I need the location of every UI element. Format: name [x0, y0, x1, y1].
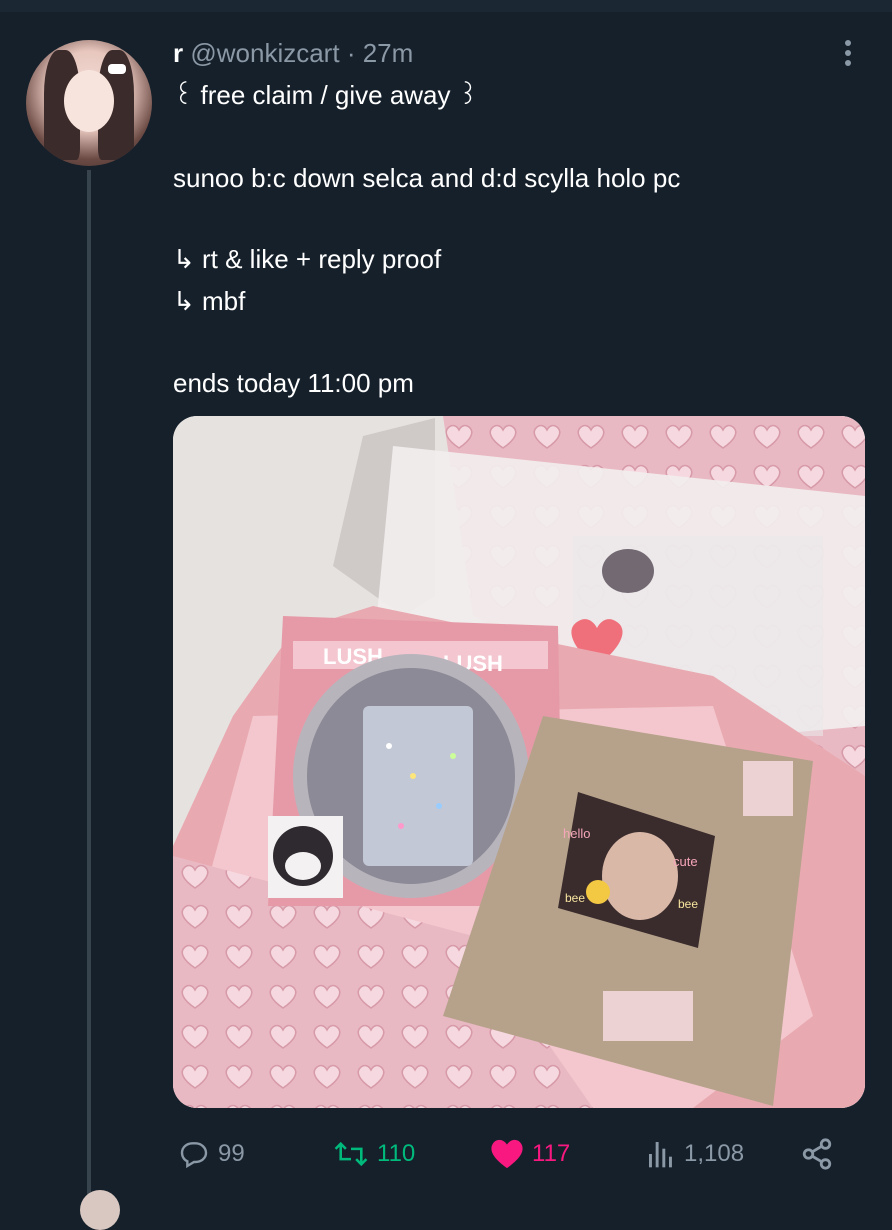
reply-icon	[180, 1142, 208, 1169]
kuromi-sticker	[602, 549, 654, 593]
sticker-cute: cute	[673, 854, 698, 869]
views-button[interactable]: 1,108	[646, 1130, 744, 1178]
separator: ·	[346, 38, 356, 68]
tweet-photo[interactable]: LUSH LUSH hello cute bee bee	[173, 416, 865, 1108]
retweet-count: 110	[377, 1140, 416, 1167]
sticker-hello: hello	[563, 826, 590, 841]
tweet-header: r @wonkizcart · 27m	[173, 38, 413, 68]
thread-line	[87, 170, 91, 1200]
share-icon	[802, 1138, 832, 1170]
previous-tweet-edge	[0, 0, 892, 12]
retweet-icon	[334, 1141, 368, 1167]
tweet-line-rule-2: ↳ mbf	[173, 286, 246, 316]
like-count: 117	[532, 1140, 571, 1167]
handle[interactable]: @wonkizcart	[190, 38, 339, 68]
views-icon	[649, 1142, 672, 1168]
more-icon[interactable]	[838, 36, 858, 68]
next-tweet-avatar[interactable]	[80, 1190, 120, 1230]
sticker-bee-left: bee	[565, 891, 585, 905]
reply-button[interactable]: 99	[178, 1130, 245, 1178]
share-button[interactable]	[800, 1130, 834, 1178]
holo-photocard	[363, 706, 473, 866]
tweet-actions: 99 110 117 1,108	[0, 1130, 892, 1178]
tweet-line-item: sunoo b:c down selca and d:d scylla holo…	[173, 163, 681, 193]
tweet-line-deadline: ends today 11:00 pm	[173, 368, 414, 398]
sticker-bee-right: bee	[678, 897, 698, 911]
reply-count: 99	[218, 1140, 245, 1167]
display-name[interactable]: r	[173, 38, 183, 68]
retweet-button[interactable]: 110	[333, 1130, 415, 1178]
views-count: 1,108	[684, 1140, 745, 1167]
avatar[interactable]	[26, 40, 152, 166]
timestamp[interactable]: 27m	[363, 38, 414, 68]
like-button[interactable]: 117	[490, 1130, 570, 1178]
like-icon	[491, 1139, 523, 1169]
tweet-line-title: ꒰ free claim / give away ꒱	[173, 80, 479, 110]
tweet-line-rule-1: ↳ rt & like + reply proof	[173, 244, 442, 274]
